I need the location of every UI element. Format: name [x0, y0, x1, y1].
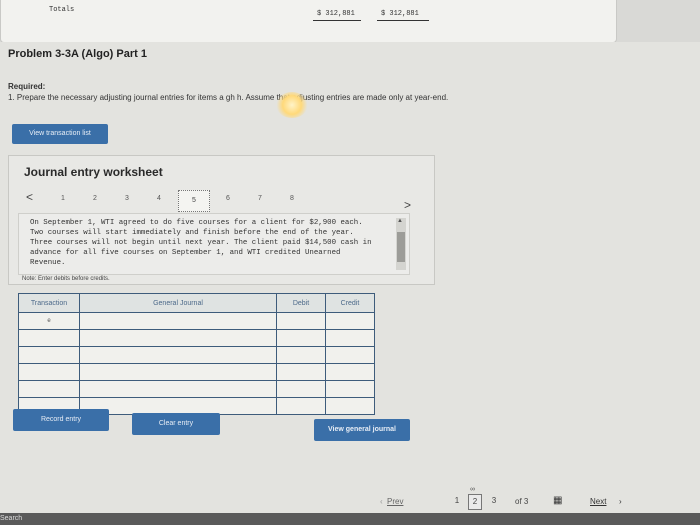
- underline-debit: [313, 20, 361, 21]
- totals-debit-amount: $ 312,881: [317, 10, 355, 18]
- description-scrollbar[interactable]: ▲: [396, 218, 406, 270]
- worksheet-tab-6[interactable]: 6: [226, 195, 230, 202]
- account-select[interactable]: [79, 397, 277, 415]
- header-debit: Debit: [276, 293, 326, 313]
- table-row: [18, 363, 375, 381]
- scroll-up-icon[interactable]: ▲: [397, 218, 403, 224]
- transaction-cell: [18, 329, 80, 347]
- pager-next-link[interactable]: Next: [590, 497, 606, 506]
- journal-entry-table: Transaction General Journal Debit Credit…: [18, 293, 375, 415]
- worksheet-prev-arrow[interactable]: <: [26, 190, 33, 204]
- credit-input[interactable]: [325, 346, 375, 364]
- worksheet-tab-5[interactable]: 5: [178, 190, 210, 212]
- underline-credit: [377, 20, 429, 21]
- debit-input[interactable]: [276, 312, 326, 330]
- debit-input[interactable]: [276, 397, 326, 415]
- view-general-journal-button[interactable]: View general journal: [314, 419, 410, 441]
- debit-input[interactable]: [276, 329, 326, 347]
- prev-chevron-icon[interactable]: ‹: [380, 497, 383, 506]
- credit-input[interactable]: [325, 329, 375, 347]
- totals-credit-amount: $ 312,881: [381, 10, 419, 18]
- transaction-cell: [18, 380, 80, 398]
- credit-input[interactable]: [325, 397, 375, 415]
- account-select[interactable]: [79, 346, 277, 364]
- transaction-cell: [18, 363, 80, 381]
- link-icon: ∞: [470, 486, 475, 493]
- previous-section-panel: Totals $ 312,881 $ 312,881: [0, 0, 617, 43]
- table-row: e: [18, 312, 375, 330]
- required-label: Required:: [8, 82, 46, 91]
- next-chevron-icon[interactable]: ›: [619, 497, 622, 506]
- transaction-cell: [18, 346, 80, 364]
- header-general-journal: General Journal: [79, 293, 277, 313]
- view-transaction-list-button[interactable]: View transaction list: [12, 124, 108, 144]
- worksheet-tab-4[interactable]: 4: [157, 195, 161, 202]
- transaction-description: On September 1, WTI agreed to do five co…: [30, 219, 372, 267]
- account-select[interactable]: [79, 312, 277, 330]
- light-glare: [276, 92, 308, 118]
- worksheet-tab-1[interactable]: 1: [61, 195, 65, 202]
- account-select[interactable]: [79, 363, 277, 381]
- account-select[interactable]: [79, 380, 277, 398]
- credit-input[interactable]: [325, 363, 375, 381]
- table-header-row: Transaction General Journal Debit Credit: [18, 293, 375, 313]
- taskbar-search[interactable]: Search: [0, 515, 22, 522]
- os-taskbar: Search: [0, 513, 700, 525]
- pager-prev-link[interactable]: Prev: [387, 497, 403, 506]
- totals-label: Totals: [49, 6, 75, 14]
- account-select[interactable]: [79, 329, 277, 347]
- worksheet-tab-7[interactable]: 7: [258, 195, 262, 202]
- header-transaction: Transaction: [18, 293, 80, 313]
- worksheet-title: Journal entry worksheet: [24, 165, 163, 179]
- credit-input[interactable]: [325, 312, 375, 330]
- scrollbar-thumb[interactable]: [397, 232, 405, 262]
- debit-input[interactable]: [276, 380, 326, 398]
- clear-entry-button[interactable]: Clear entry: [132, 413, 220, 435]
- credit-input[interactable]: [325, 380, 375, 398]
- table-row: [18, 380, 375, 398]
- debits-credits-note: Note: Enter debits before credits.: [22, 276, 110, 282]
- record-entry-button[interactable]: Record entry: [13, 409, 109, 431]
- worksheet-tab-2[interactable]: 2: [93, 195, 97, 202]
- worksheet-next-arrow[interactable]: >: [404, 198, 411, 212]
- pager-of-text: of 3: [515, 497, 529, 506]
- problem-title: Problem 3-3A (Algo) Part 1: [8, 48, 147, 60]
- required-text: 1. Prepare the necessary adjusting journ…: [8, 93, 449, 102]
- worksheet-tab-3[interactable]: 3: [125, 195, 129, 202]
- debit-input[interactable]: [276, 346, 326, 364]
- pager-page-3[interactable]: 3: [488, 494, 500, 508]
- debit-input[interactable]: [276, 363, 326, 381]
- table-row: [18, 329, 375, 347]
- header-credit: Credit: [325, 293, 375, 313]
- transaction-cell: e: [18, 312, 80, 330]
- pager-page-2[interactable]: 2: [468, 494, 482, 510]
- grid-icon[interactable]: ▦: [553, 495, 563, 506]
- worksheet-tab-8[interactable]: 8: [290, 195, 294, 202]
- pager-page-1[interactable]: 1: [451, 494, 463, 508]
- table-row: [18, 346, 375, 364]
